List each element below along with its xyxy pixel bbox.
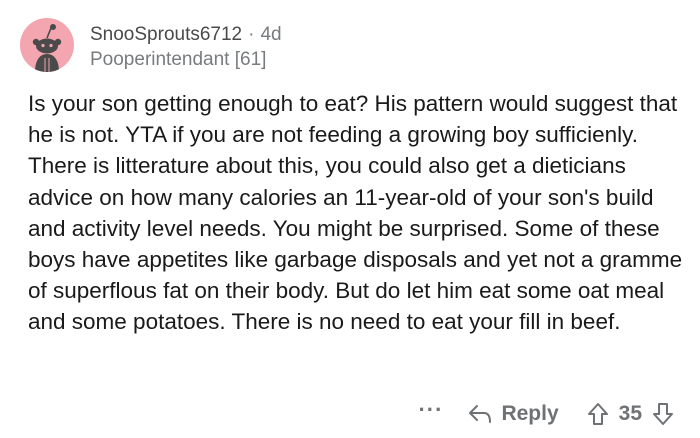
vote-score: 35 xyxy=(618,402,642,425)
upvote-button[interactable] xyxy=(587,402,609,426)
author-username[interactable]: SnooSprouts6712 xyxy=(90,24,242,45)
reply-arrow-icon xyxy=(469,405,492,423)
comment-header: SnooSprouts6712 · 4d Pooperintendant [61] xyxy=(20,18,282,72)
author-line: SnooSprouts6712 · 4d xyxy=(90,24,282,46)
user-avatar[interactable] xyxy=(20,18,74,72)
reply-button[interactable]: Reply xyxy=(467,402,559,426)
downvote-button[interactable] xyxy=(652,402,674,426)
downvote-arrow-icon xyxy=(653,403,673,425)
comment: SnooSprouts6712 · 4d Pooperintendant [61] … xyxy=(0,0,700,438)
snoo-avatar-icon xyxy=(32,24,62,72)
comment-body: Is your son getting enough to eat? His p… xyxy=(28,91,683,335)
more-options-icon[interactable]: ··· xyxy=(418,399,443,421)
comment-age[interactable]: 4d xyxy=(260,24,281,45)
comment-meta: SnooSprouts6712 · 4d Pooperintendant [61] xyxy=(90,24,282,71)
vote-controls: 35 xyxy=(587,402,674,426)
user-flair: Pooperintendant [61] xyxy=(90,48,267,70)
upvote-arrow-icon xyxy=(587,403,608,425)
comment-actions: ··· Reply 35 xyxy=(418,396,674,432)
reply-label: Reply xyxy=(501,402,559,425)
meta-separator: · xyxy=(248,24,255,45)
